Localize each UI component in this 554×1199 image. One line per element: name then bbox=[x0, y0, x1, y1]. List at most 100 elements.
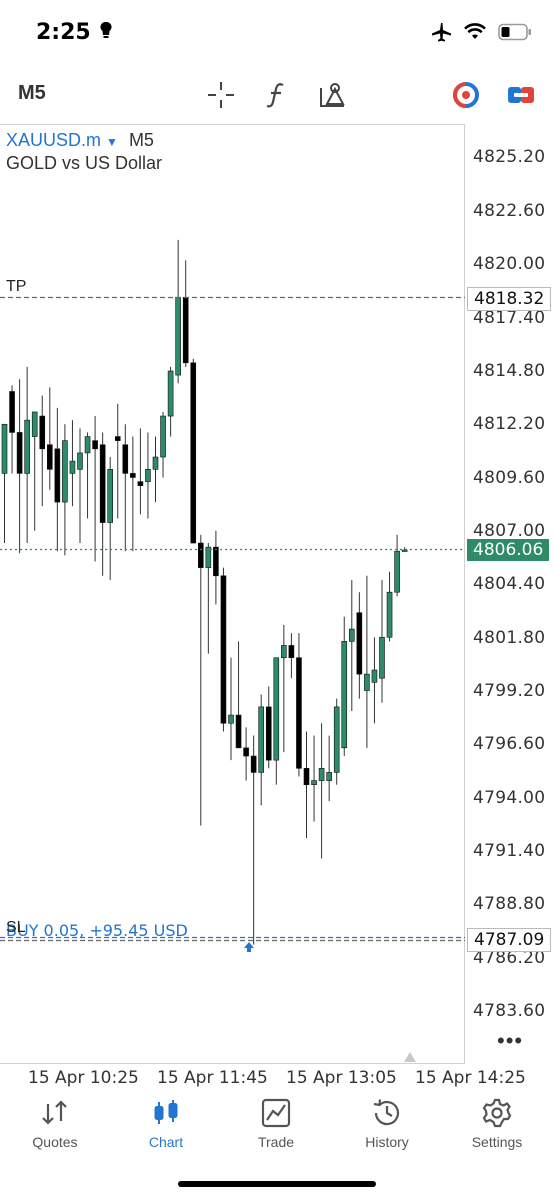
candle-bearish bbox=[213, 546, 219, 577]
current-price-box: 4806.06 bbox=[467, 539, 550, 561]
candle-bearish bbox=[303, 768, 310, 786]
tab-settings[interactable]: Settings bbox=[447, 1096, 547, 1150]
candle-bullish bbox=[318, 768, 325, 781]
quotes-icon bbox=[42, 1100, 67, 1125]
candle-bullish bbox=[326, 772, 332, 781]
trade-panel-icon[interactable] bbox=[506, 80, 536, 110]
candle-bearish bbox=[46, 444, 53, 470]
timeframe-button[interactable]: M5 bbox=[18, 82, 46, 105]
price-axis-label: 4809.60 bbox=[473, 468, 546, 488]
history-icon bbox=[373, 1099, 400, 1126]
candle-bullish bbox=[62, 440, 68, 503]
candle-bullish bbox=[281, 645, 287, 659]
price-axis-label: 4817.40 bbox=[473, 308, 546, 328]
entry-price-box: 4787.09 bbox=[467, 928, 552, 952]
candle-bearish bbox=[137, 481, 144, 486]
candle-bearish bbox=[250, 755, 257, 773]
candle-bullish bbox=[364, 673, 370, 691]
tab-label: Quotes bbox=[32, 1134, 78, 1150]
candles-group bbox=[1, 239, 408, 945]
price-axis-label: 4794.00 bbox=[473, 788, 546, 808]
candle-bullish bbox=[31, 411, 38, 437]
price-axis-label: 4812.20 bbox=[473, 414, 546, 434]
take-profit-label: TP bbox=[6, 278, 27, 295]
shift-end-marker-icon[interactable] bbox=[404, 1052, 416, 1062]
candle-bullish bbox=[386, 591, 393, 638]
candle-bullish bbox=[379, 636, 385, 679]
price-axis-label: 4825.20 bbox=[473, 147, 546, 167]
candle-bullish bbox=[77, 452, 83, 470]
objects-icon[interactable] bbox=[318, 80, 348, 110]
price-axis-label: 4791.40 bbox=[473, 841, 546, 861]
tab-label: History bbox=[365, 1134, 409, 1150]
candle-bullish bbox=[394, 550, 400, 593]
take-profit-price-box: 4818.32 bbox=[467, 287, 552, 311]
symbol-name[interactable]: XAUUSD.m bbox=[6, 130, 101, 150]
candle-bullish bbox=[107, 469, 113, 523]
symbol-timeframe: M5 bbox=[128, 130, 154, 150]
candle-bullish bbox=[84, 436, 91, 454]
candle-bearish bbox=[130, 473, 136, 478]
candle-bullish bbox=[24, 419, 30, 474]
more-options-icon[interactable]: ••• bbox=[497, 1028, 523, 1054]
candle-bearish bbox=[190, 362, 197, 544]
function-icon[interactable] bbox=[262, 80, 292, 110]
chart-icon bbox=[154, 1100, 178, 1124]
candle-bearish bbox=[16, 432, 23, 474]
price-axis-label: 4801.80 bbox=[473, 628, 546, 648]
price-axis-label: 4820.00 bbox=[473, 254, 546, 274]
one-click-trading-icon[interactable] bbox=[451, 80, 481, 110]
candle-bearish bbox=[243, 747, 249, 757]
price-axis-label: 4799.20 bbox=[473, 681, 546, 701]
time-axis-label: 15 Apr 14:25 bbox=[415, 1068, 526, 1088]
candle-bullish bbox=[273, 657, 280, 761]
focus-bulb-icon bbox=[100, 21, 112, 38]
symbol-dropdown-icon[interactable]: ▼ bbox=[106, 135, 118, 149]
candle-bullish bbox=[152, 456, 159, 470]
candle-bearish bbox=[220, 575, 227, 724]
airplane-icon bbox=[432, 23, 451, 42]
tab-trade[interactable]: Trade bbox=[226, 1096, 326, 1150]
tab-label: Trade bbox=[257, 1134, 295, 1150]
candle-bearish bbox=[182, 296, 189, 364]
stop-loss-label: SL bbox=[6, 919, 26, 936]
price-axis-label: 4796.60 bbox=[473, 734, 546, 754]
price-axis-label: 4783.60 bbox=[473, 1001, 546, 1021]
symbol-header[interactable]: XAUUSD.m ▼ M5 bbox=[6, 130, 154, 151]
tab-history[interactable]: History bbox=[337, 1096, 437, 1150]
tab-chart[interactable]: Chart bbox=[116, 1096, 216, 1150]
price-axis-label: 4807.00 bbox=[473, 521, 546, 541]
tab-bar: Quotes Chart Trade History Settings bbox=[0, 1090, 554, 1160]
candle-bearish bbox=[198, 542, 204, 568]
crosshair-icon[interactable] bbox=[206, 80, 236, 110]
candle-bullish bbox=[167, 370, 174, 417]
candle-bullish bbox=[69, 460, 76, 474]
chart-toolbar: M5 bbox=[0, 66, 554, 124]
battery-icon bbox=[498, 23, 531, 41]
candle-bearish bbox=[122, 444, 129, 474]
candle-bearish bbox=[114, 436, 121, 441]
candle-bearish bbox=[9, 391, 15, 433]
tab-label: Settings bbox=[471, 1134, 523, 1150]
candle-bullish bbox=[205, 546, 212, 568]
candle-bearish bbox=[54, 448, 61, 503]
candle-bullish bbox=[348, 628, 355, 642]
settings-icon bbox=[482, 1098, 512, 1128]
status-bar: 2:25 bbox=[0, 0, 554, 66]
position-label[interactable]: BUY 0.05, +95.45 USD bbox=[6, 921, 188, 940]
price-axis-label: 4814.80 bbox=[473, 361, 546, 381]
candle-bearish bbox=[235, 714, 242, 749]
home-indicator bbox=[178, 1181, 376, 1187]
candle-bullish bbox=[401, 549, 408, 552]
tab-quotes[interactable]: Quotes bbox=[5, 1096, 105, 1150]
price-axis-label: 4804.40 bbox=[473, 574, 546, 594]
tab-label: Chart bbox=[148, 1134, 184, 1150]
price-axis-label: 4788.80 bbox=[473, 894, 546, 914]
candle-bullish bbox=[311, 780, 317, 786]
price-axis-label: 4822.60 bbox=[473, 201, 546, 221]
candle-bullish bbox=[160, 415, 166, 458]
candle-bullish bbox=[371, 669, 378, 683]
candle-bearish bbox=[356, 612, 363, 675]
wifi-icon bbox=[464, 23, 486, 39]
status-icons bbox=[430, 22, 532, 42]
